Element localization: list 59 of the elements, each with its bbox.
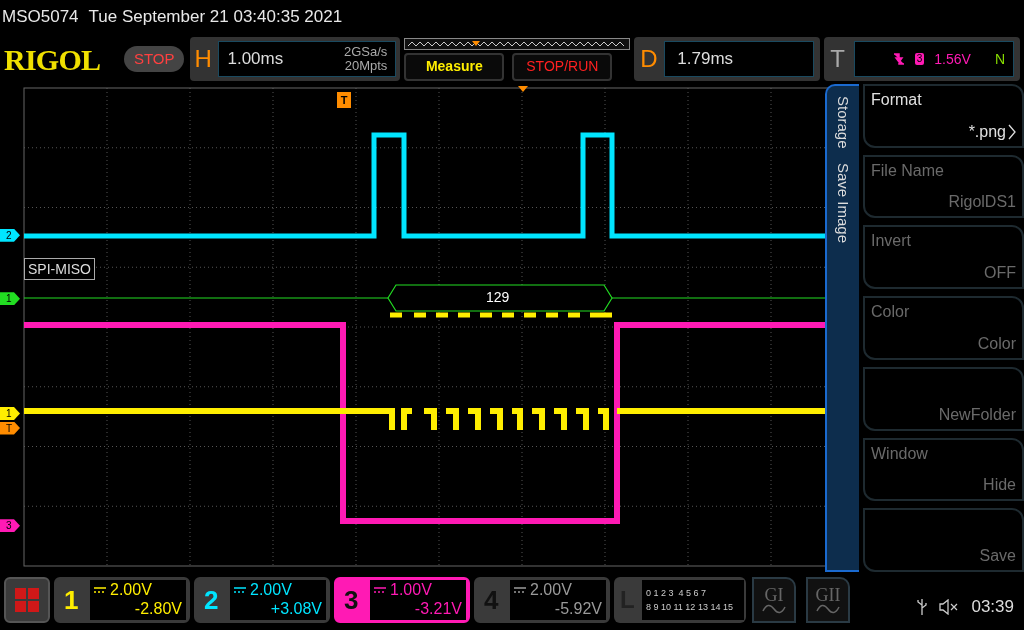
time-scale: 1.00ms <box>227 48 284 71</box>
vertical-scale: 1.00V <box>390 580 432 599</box>
clock: 03:39 <box>971 596 1014 619</box>
trigger-position-icon <box>518 86 528 92</box>
menu-tab[interactable]: Storage <box>831 96 855 149</box>
stop-run-button[interactable]: STOP/RUN <box>512 52 613 81</box>
channel-panel[interactable]: 3 1.00V -3.21V <box>334 577 470 623</box>
model-name: MSO5074 <box>2 6 79 29</box>
usb-icon <box>917 598 928 616</box>
logo: RIGOL <box>4 41 102 78</box>
falling-edge-icon <box>892 52 905 66</box>
trigger-mode: N <box>994 49 1005 69</box>
delay-label: D <box>640 44 659 74</box>
channel-marker[interactable]: T <box>0 421 20 435</box>
dc-coupling-icon <box>94 586 106 593</box>
measure-button[interactable]: Measure <box>404 52 505 81</box>
vertical-scale: 2.00V <box>530 580 572 599</box>
delay-value: 1.79ms <box>677 48 734 71</box>
trigger-source: 3 <box>914 53 925 65</box>
vertical-offset: -5.92V <box>553 599 602 618</box>
vertical-scale: 2.00V <box>110 580 152 599</box>
trigger-time-marker: T <box>337 92 351 108</box>
logic-channels: 0 1 2 3 4 5 6 7 <box>646 587 708 600</box>
dc-coupling-icon <box>374 586 386 593</box>
timebase-panel[interactable]: H 1.00ms 2GSa/s 20Mpts <box>190 37 401 81</box>
vertical-scale: 2.00V <box>250 580 292 599</box>
muted-speaker-icon <box>939 599 960 615</box>
menu-tab[interactable]: Save Image <box>831 162 855 243</box>
memory-depth: 20Mpts <box>344 59 388 73</box>
dc-coupling-icon <box>234 586 246 593</box>
vertical-offset: -3.21V <box>413 599 462 618</box>
date-time: Tue September 21 03:40:35 2021 <box>88 6 343 29</box>
sample-rate: 2GSa/s <box>343 45 388 59</box>
delay-panel[interactable]: D 1.79ms <box>634 37 821 81</box>
trigger-label: T <box>830 44 846 74</box>
vertical-offset: +3.08V <box>269 599 322 618</box>
channel-marker[interactable]: 3 <box>0 519 20 533</box>
channel-marker[interactable]: 1 <box>0 292 20 306</box>
sine-wave-icon <box>762 604 786 614</box>
run-state-badge: STOP <box>123 45 185 73</box>
sine-wave-icon <box>816 604 840 614</box>
decoder-label: SPI-MISO <box>24 258 95 280</box>
horizontal-label: H <box>194 44 213 74</box>
menu-item[interactable]: Format *.png <box>863 84 1024 148</box>
channel-marker[interactable]: 1 <box>0 406 20 420</box>
chevron-right-icon <box>1008 123 1016 140</box>
trigger-level: 1.56V <box>934 49 971 69</box>
grid-icon <box>14 587 40 613</box>
channel-number: 1 <box>64 583 80 617</box>
channel-number: 2 <box>204 583 220 617</box>
logic-channels: 8 9 10 11 12 13 14 15 <box>646 601 734 614</box>
channel-marker[interactable]: 2 <box>0 228 20 242</box>
channel-panel[interactable]: 1 2.00V -2.80V <box>54 577 190 623</box>
vertical-offset: -2.80V <box>133 599 182 618</box>
menu-button[interactable] <box>4 577 50 623</box>
trigger-panel[interactable]: T 3 1.56V N <box>824 37 1020 81</box>
dc-coupling-icon <box>514 586 526 593</box>
channel-panel[interactable]: 2 2.00V +3.08V <box>194 577 330 623</box>
channel-number: 3 <box>344 583 360 617</box>
